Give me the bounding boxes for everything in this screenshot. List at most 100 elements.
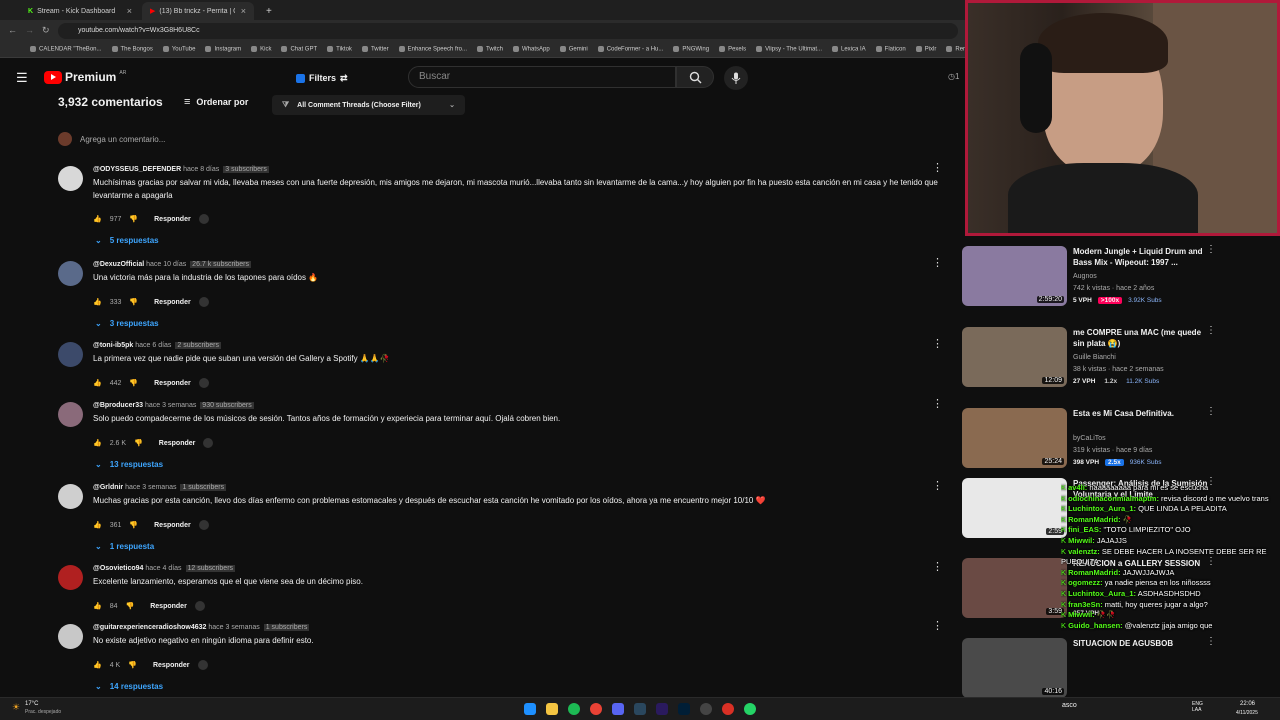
- like-icon[interactable]: 👍: [93, 379, 102, 387]
- chat-username[interactable]: RomanMadrid:: [1068, 568, 1121, 577]
- comment-time[interactable]: hace 6 días: [135, 342, 171, 349]
- show-replies-button[interactable]: ⌄ 14 respuestas: [95, 682, 163, 691]
- bookmark-item[interactable]: Pexels: [719, 46, 746, 53]
- bookmark-item[interactable]: YouTube: [162, 46, 195, 53]
- dislike-icon[interactable]: 👎: [134, 439, 143, 447]
- more-options-icon[interactable]: ⋮: [932, 621, 943, 632]
- avatar[interactable]: [58, 565, 83, 590]
- bookmark-item[interactable]: Instagram: [205, 46, 241, 53]
- like-icon[interactable]: 👍: [93, 521, 102, 529]
- comment-author[interactable]: @toni-ib5pk: [93, 342, 133, 349]
- chat-username[interactable]: Luchintox_Aura_1:: [1068, 589, 1136, 598]
- sort-button[interactable]: ≡ Ordenar por: [184, 96, 248, 108]
- video-thumbnail[interactable]: 2:59:20: [962, 246, 1067, 306]
- reply-button[interactable]: Responder: [154, 522, 191, 529]
- chat-username[interactable]: fran3eSn:: [1068, 600, 1103, 609]
- bookmark-item[interactable]: Pixlr: [915, 46, 936, 53]
- more-options-icon[interactable]: ⋮: [932, 481, 943, 492]
- weather-temp[interactable]: 17°C: [25, 701, 38, 707]
- avatar[interactable]: [58, 261, 83, 286]
- url-field[interactable]: youtube.com/watch?v=Wx3G8H6U8Cc: [58, 23, 958, 39]
- chat-username[interactable]: fini_EAS:: [1068, 525, 1101, 534]
- avatar[interactable]: [58, 342, 83, 367]
- whatsapp-icon[interactable]: [744, 703, 756, 715]
- recommended-video[interactable]: 12:09 me COMPRE una MAC (me quede sin pl…: [962, 326, 1280, 405]
- more-options-icon[interactable]: ⋮: [932, 399, 943, 410]
- forward-icon[interactable]: →: [25, 25, 34, 35]
- more-options-icon[interactable]: ⋮: [932, 339, 943, 350]
- windows-start-icon[interactable]: [524, 703, 536, 715]
- bookmark-item[interactable]: Lexica IA: [831, 46, 866, 53]
- comment-filter-select[interactable]: ⧩ All Comment Threads (Choose Filter) ⌄: [272, 95, 465, 115]
- show-replies-button[interactable]: ⌄ 13 respuestas: [95, 460, 163, 469]
- dislike-icon[interactable]: 👎: [129, 298, 138, 306]
- file-explorer-icon[interactable]: [546, 703, 558, 715]
- bookmark-item[interactable]: The Bongos: [111, 46, 153, 53]
- comment-author[interactable]: @DexuzOfficial: [93, 261, 144, 268]
- show-replies-button[interactable]: ⌄ 3 respuestas: [95, 319, 159, 328]
- dislike-icon[interactable]: 👎: [129, 521, 138, 529]
- comment-time[interactable]: hace 3 semanas: [145, 402, 196, 409]
- like-icon[interactable]: 👍: [93, 602, 102, 610]
- dislike-icon[interactable]: 👎: [129, 215, 138, 223]
- bookmark-item[interactable]: WhatsApp: [513, 46, 550, 53]
- bookmark-item[interactable]: CALENDAR "TheBon...: [30, 46, 102, 53]
- bookmark-item[interactable]: Twitter: [361, 46, 389, 53]
- reply-button[interactable]: Responder: [154, 299, 191, 306]
- bookmark-item[interactable]: Flaticon: [875, 46, 906, 53]
- reply-button[interactable]: Responder: [154, 380, 191, 387]
- bookmark-item[interactable]: Twitch: [476, 46, 503, 53]
- app-icon[interactable]: [722, 703, 734, 715]
- avatar[interactable]: [58, 624, 83, 649]
- chat-username[interactable]: RomanMadrid:: [1068, 515, 1121, 524]
- channel-name[interactable]: byCaLiTos: [1073, 435, 1106, 442]
- reply-button[interactable]: Responder: [154, 216, 191, 223]
- show-replies-button[interactable]: ⌄ 5 respuestas: [95, 236, 159, 245]
- taskbar-search[interactable]: asco: [1062, 702, 1077, 709]
- like-icon[interactable]: 👍: [93, 298, 102, 306]
- add-comment-field[interactable]: Agrega un comentario...: [58, 130, 938, 148]
- comment-author[interactable]: @guitarexperienceradioshow4632: [93, 624, 206, 631]
- bookmark-item[interactable]: CodeFormer - a Hu...: [597, 46, 663, 53]
- reply-button[interactable]: Responder: [159, 440, 196, 447]
- video-thumbnail[interactable]: 2:59: [962, 478, 1067, 538]
- channel-name[interactable]: Guille Bianchi: [1073, 354, 1116, 361]
- channel-name[interactable]: Augnos: [1073, 273, 1097, 280]
- dislike-icon[interactable]: 👎: [128, 661, 137, 669]
- comment-time[interactable]: hace 3 semanas: [208, 624, 259, 631]
- tab-kick-dashboard[interactable]: K Stream - Kick Dashboard ×: [20, 2, 140, 20]
- discord-icon[interactable]: [612, 703, 624, 715]
- show-replies-button[interactable]: ⌄ 1 respuesta: [95, 542, 154, 551]
- recommended-video[interactable]: 2:59:20 Modern Jungle + Liquid Drum and …: [962, 245, 1280, 324]
- reply-button[interactable]: Responder: [153, 662, 190, 669]
- chat-username[interactable]: Miwwil:: [1068, 536, 1095, 545]
- chat-username[interactable]: av4li:: [1068, 483, 1087, 492]
- clock-time[interactable]: 22:06: [1240, 701, 1255, 707]
- video-title[interactable]: me COMPRE una MAC (me quede sin plata 😭): [1073, 327, 1208, 349]
- photoshop-icon[interactable]: [678, 703, 690, 715]
- bookmark-item[interactable]: Vlipsy - The Ultimat...: [756, 46, 822, 53]
- video-thumbnail[interactable]: 12:09: [962, 327, 1067, 387]
- more-options-icon[interactable]: ⋮: [932, 258, 943, 269]
- comment-author[interactable]: @Bproducer33: [93, 402, 143, 409]
- chat-username[interactable]: ogomezz:: [1068, 578, 1103, 587]
- reply-button[interactable]: Responder: [150, 603, 187, 610]
- dislike-icon[interactable]: 👎: [129, 379, 138, 387]
- close-icon[interactable]: ×: [127, 6, 132, 16]
- dislike-icon[interactable]: 👎: [126, 602, 135, 610]
- search-button[interactable]: [676, 66, 714, 88]
- back-icon[interactable]: ←: [8, 25, 17, 35]
- like-icon[interactable]: 👍: [93, 215, 102, 223]
- video-title[interactable]: Esta es Mi Casa Definitiva.: [1073, 408, 1208, 419]
- new-tab-button[interactable]: +: [258, 2, 280, 20]
- chat-username[interactable]: Luchintox_Aura_1:: [1068, 504, 1136, 513]
- chat-username[interactable]: Miwwil:: [1068, 610, 1095, 619]
- more-options-icon[interactable]: ⋮: [932, 163, 943, 174]
- chrome-icon[interactable]: [590, 703, 602, 715]
- premiere-icon[interactable]: [656, 703, 668, 715]
- chat-username[interactable]: odiochinaconmialmaptm:: [1068, 494, 1159, 503]
- menu-icon[interactable]: ☰: [16, 70, 28, 86]
- comment-author[interactable]: @ODYSSEUS_DEFENDER: [93, 166, 181, 173]
- comment-author[interactable]: @Osovietico94: [93, 565, 143, 572]
- comment-time[interactable]: hace 4 días: [145, 565, 181, 572]
